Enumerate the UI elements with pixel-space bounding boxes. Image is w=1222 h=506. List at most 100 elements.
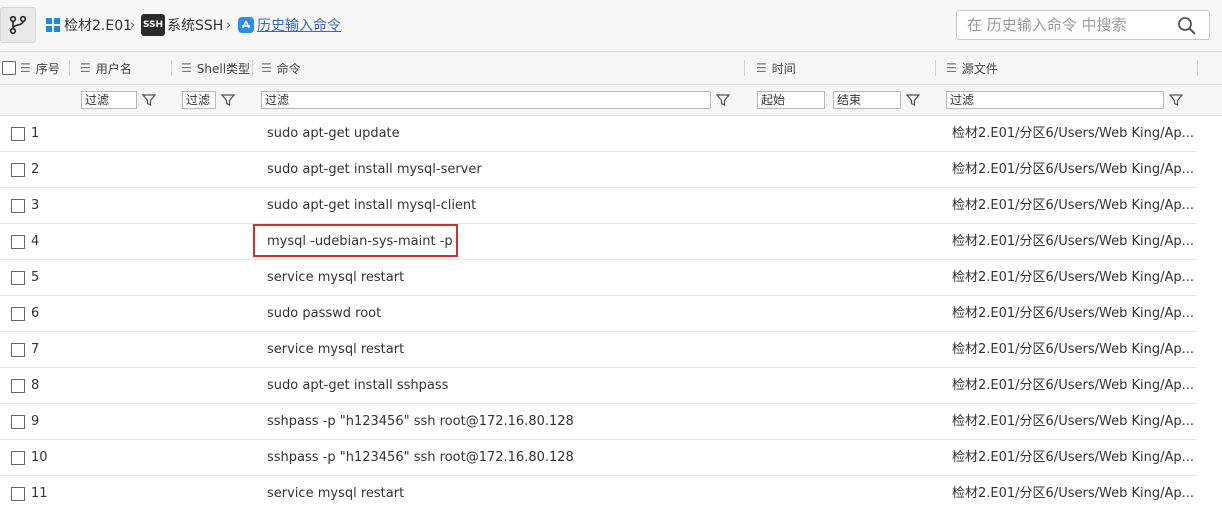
column-divider[interactable]	[744, 60, 745, 76]
column-menu-icon[interactable]: ☰	[756, 61, 767, 75]
row-command: sshpass -p "h123456" ssh root@172.16.80.…	[267, 450, 574, 465]
row-checkbox[interactable]	[11, 199, 25, 213]
column-header-label: 序号	[35, 61, 60, 76]
row-checkbox[interactable]	[11, 235, 25, 249]
ssh-icon: SSH	[141, 14, 165, 36]
column-divider[interactable]	[69, 60, 70, 76]
row-command: sudo apt-get install sshpass	[267, 378, 449, 393]
windows-icon	[46, 18, 60, 32]
table-row[interactable]: 8 sudo apt-get install sshpass 检材2.E01/分…	[0, 368, 1197, 404]
column-header-index[interactable]: ☰ 序号	[20, 52, 60, 84]
filter-icon[interactable]	[142, 93, 156, 107]
column-menu-icon[interactable]: ☰	[20, 61, 31, 75]
search-box[interactable]	[956, 10, 1210, 40]
row-index: 3	[31, 198, 40, 213]
column-divider[interactable]	[171, 60, 172, 76]
filter-icon[interactable]	[716, 93, 730, 107]
row-command: sudo passwd root	[267, 306, 382, 321]
shell-filter-input[interactable]	[182, 91, 216, 109]
filter-icon[interactable]	[1169, 93, 1183, 107]
column-divider[interactable]	[935, 60, 936, 76]
column-header-source[interactable]: ☰ 源文件	[946, 52, 998, 84]
row-command: service mysql restart	[267, 342, 405, 357]
row-source: 检材2.E01/分区6/Users/Web King/Ap...	[952, 378, 1194, 393]
column-divider[interactable]	[1197, 60, 1198, 76]
column-header-label: 时间	[771, 61, 796, 76]
row-command: sudo apt-get install mysql-client	[267, 198, 477, 213]
filter-icon[interactable]	[221, 93, 235, 107]
time-start-input[interactable]	[757, 91, 825, 109]
row-checkbox[interactable]	[11, 163, 25, 177]
table-row[interactable]: 9 sshpass -p "h123456" ssh root@172.16.8…	[0, 404, 1197, 440]
select-all-checkbox[interactable]	[2, 61, 16, 75]
column-header-label: 用户名	[95, 61, 132, 76]
toolbar: 检材2.E01 › SSH 系统SSH › 历史输入命令	[0, 0, 1222, 50]
row-command: sshpass -p "h123456" ssh root@172.16.80.…	[267, 414, 574, 429]
row-command: mysql -udebian-sys-maint -p	[267, 234, 453, 249]
row-index: 6	[31, 306, 40, 321]
source-filter-input[interactable]	[946, 91, 1164, 109]
table-row[interactable]: 6 sudo passwd root 检材2.E01/分区6/Users/Web…	[0, 296, 1197, 332]
row-checkbox[interactable]	[11, 343, 25, 357]
table-row[interactable]: 3 sudo apt-get install mysql-client 检材2.…	[0, 188, 1197, 224]
row-checkbox[interactable]	[11, 487, 25, 501]
row-index: 5	[31, 270, 40, 285]
row-source: 检材2.E01/分区6/Users/Web King/Ap...	[952, 486, 1194, 501]
user-filter-input[interactable]	[81, 91, 137, 109]
column-menu-icon[interactable]: ☰	[181, 61, 192, 75]
command-filter-input[interactable]	[261, 91, 711, 109]
row-index: 8	[31, 378, 40, 393]
table-row[interactable]: 11 service mysql restart 检材2.E01/分区6/Use…	[0, 476, 1197, 506]
search-icon[interactable]	[1177, 16, 1197, 36]
row-command: sudo apt-get install mysql-server	[267, 162, 482, 177]
row-index: 7	[31, 342, 40, 357]
row-source: 检材2.E01/分区6/Users/Web King/Ap...	[952, 414, 1194, 429]
column-header-shell[interactable]: ☰ Shell类型	[181, 52, 250, 84]
row-checkbox[interactable]	[11, 451, 25, 465]
column-header-label: 源文件	[961, 61, 998, 76]
table-row[interactable]: 10 sshpass -p "h123456" ssh root@172.16.…	[0, 440, 1197, 476]
breadcrumb-item-ssh[interactable]: SSH 系统SSH	[141, 13, 223, 37]
select-all-cell[interactable]	[2, 52, 16, 84]
breadcrumb-item-evidence[interactable]: 检材2.E01	[46, 13, 132, 37]
row-checkbox[interactable]	[11, 307, 25, 321]
column-header-time[interactable]: ☰ 时间	[756, 52, 796, 84]
app-store-icon	[238, 17, 254, 33]
branch-icon	[9, 15, 27, 35]
row-source: 检材2.E01/分区6/Users/Web King/Ap...	[952, 306, 1194, 321]
row-index: 1	[31, 126, 40, 141]
column-header-label: 命令	[276, 61, 301, 76]
row-checkbox[interactable]	[11, 415, 25, 429]
row-source: 检材2.E01/分区6/Users/Web King/Ap...	[952, 162, 1194, 177]
column-divider[interactable]	[252, 60, 253, 76]
row-command: service mysql restart	[267, 270, 405, 285]
breadcrumb-label: 系统SSH	[167, 18, 224, 34]
table-header: ☰ 序号 ☰ 用户名 ☰ Shell类型 ☰ 命令 ☰ 时间 ☰ 源文件	[0, 51, 1222, 85]
column-menu-icon[interactable]: ☰	[80, 61, 91, 75]
row-index: 4	[31, 234, 40, 249]
table-row[interactable]: 4 mysql -udebian-sys-maint -p 检材2.E01/分区…	[0, 224, 1197, 260]
table-row[interactable]: 5 service mysql restart 检材2.E01/分区6/User…	[0, 260, 1197, 296]
column-menu-icon[interactable]: ☰	[261, 61, 272, 75]
row-source: 检材2.E01/分区6/Users/Web King/Ap...	[952, 270, 1194, 285]
table-row[interactable]: 2 sudo apt-get install mysql-server 检材2.…	[0, 152, 1197, 188]
row-checkbox[interactable]	[11, 271, 25, 285]
breadcrumb-item-history[interactable]: 历史输入命令	[238, 13, 341, 37]
column-header-user[interactable]: ☰ 用户名	[80, 52, 132, 84]
time-end-input[interactable]	[833, 91, 901, 109]
breadcrumb-label: 历史输入命令	[257, 18, 341, 34]
row-source: 检材2.E01/分区6/Users/Web King/Ap...	[952, 234, 1194, 249]
row-checkbox[interactable]	[11, 379, 25, 393]
table-row[interactable]: 1 sudo apt-get update 检材2.E01/分区6/Users/…	[0, 116, 1197, 152]
column-header-command[interactable]: ☰ 命令	[261, 52, 301, 84]
row-source: 检材2.E01/分区6/Users/Web King/Ap...	[952, 450, 1194, 465]
breadcrumb-separator: ›	[130, 17, 136, 33]
filter-icon[interactable]	[906, 93, 920, 107]
column-header-label: Shell类型	[196, 61, 251, 76]
row-checkbox[interactable]	[11, 127, 25, 141]
branch-button[interactable]	[0, 7, 36, 43]
breadcrumb-separator: ›	[226, 17, 232, 33]
column-menu-icon[interactable]: ☰	[946, 61, 957, 75]
search-input[interactable]	[967, 15, 1167, 35]
table-row[interactable]: 7 service mysql restart 检材2.E01/分区6/User…	[0, 332, 1197, 368]
